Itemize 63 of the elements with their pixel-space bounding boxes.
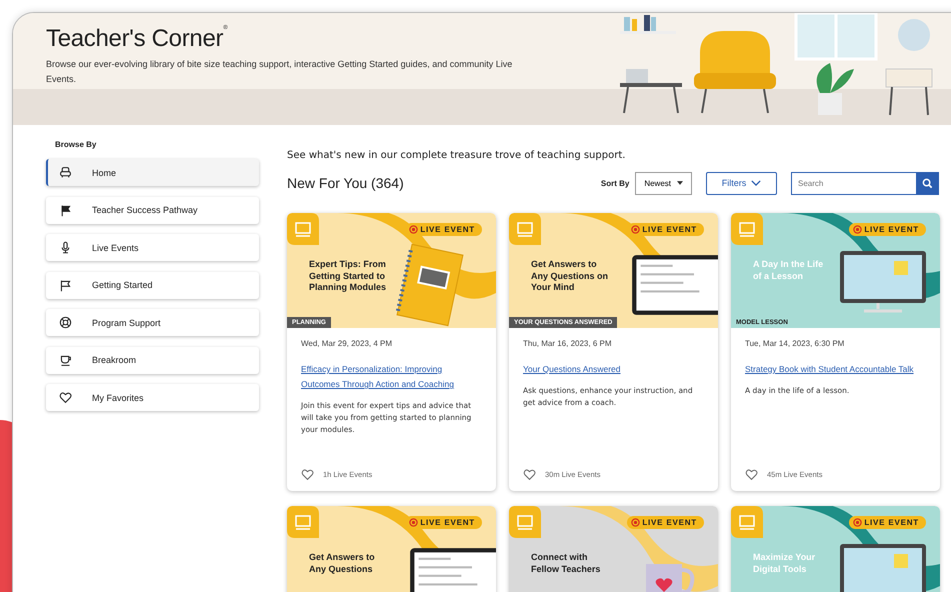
event-date: Wed, Mar 29, 2023, 4 PM xyxy=(301,339,394,348)
flag-icon xyxy=(59,278,72,292)
live-icon xyxy=(631,518,640,527)
heart-icon[interactable] xyxy=(301,468,314,481)
heart-icon xyxy=(59,391,72,404)
page-subtitle: Browse our ever-evolving library of bite size teaching support, interactive Getting Started guides, and community Live Events. xyxy=(46,58,514,86)
event-card[interactable] xyxy=(509,213,718,491)
banner-title: Expert Tips: From Getting Started to Planning Modules xyxy=(309,259,388,294)
event-card[interactable] xyxy=(287,213,496,491)
flag-icon xyxy=(59,204,72,216)
sidebar-item[interactable]: Breakroom xyxy=(46,346,259,374)
banner-title: Connect with Fellow Teachers xyxy=(531,552,602,575)
sidebar-item[interactable]: Live Events xyxy=(46,234,259,261)
live-icon xyxy=(409,225,418,234)
lifebuoy-icon xyxy=(59,316,72,329)
sidebar-heading: Browse By xyxy=(55,140,98,149)
sidebar-item[interactable]: Home xyxy=(46,159,259,186)
sidebar-item[interactable]: Getting Started xyxy=(46,272,259,298)
video-icon xyxy=(287,213,319,245)
live-icon xyxy=(409,518,418,527)
live-icon xyxy=(631,225,640,234)
event-card[interactable]: LIVE EVENT Connect with Fellow Teachers xyxy=(509,506,718,592)
live-icon xyxy=(853,518,862,527)
live-event-badge: LIVE EVENT xyxy=(849,516,926,529)
event-date: Thu, Mar 16, 2023, 6 PM xyxy=(523,339,612,348)
microphone-icon xyxy=(59,241,72,254)
search-icon xyxy=(922,178,933,188)
heart-icon[interactable] xyxy=(745,468,758,481)
sidebar-item[interactable]: Teacher Success Pathway xyxy=(46,196,259,224)
heart-icon[interactable] xyxy=(523,468,536,481)
video-icon xyxy=(731,213,763,245)
event-title-link[interactable]: Your Questions Answered xyxy=(523,362,704,377)
banner-title: Maximize Your Digital Tools xyxy=(753,552,816,575)
video-icon xyxy=(731,506,763,538)
event-card[interactable]: LIVE EVENT Get Answers to Any Questions xyxy=(287,506,496,592)
event-title-link[interactable]: Strategy Book with Student Accountable Talk xyxy=(745,362,926,377)
mug-drawing xyxy=(644,562,696,592)
banner-title: Get Answers to Any Questions on Your Mind xyxy=(531,259,610,294)
search-field[interactable]: Search xyxy=(791,172,916,194)
live-icon xyxy=(853,225,862,234)
event-date: Tue, Mar 14, 2023, 6:30 PM xyxy=(745,339,846,348)
intro-text: See what's new in our complete treasure trove of teaching support. xyxy=(287,150,626,161)
chevron-icon xyxy=(751,180,762,186)
video-icon xyxy=(509,213,541,245)
sort-label: Sort By xyxy=(600,178,630,188)
search-button[interactable] xyxy=(916,172,939,194)
caret-icon xyxy=(677,181,683,185)
sidebar-item[interactable]: Program Support xyxy=(46,309,259,336)
event-title-link[interactable]: Efficacy in Personalization: Improving Outcomes Through Action and Coaching xyxy=(301,362,482,392)
page-title: Teacher's Corner$^{®}$ xyxy=(46,25,228,53)
live-event-badge: LIVE EVENT xyxy=(627,516,704,529)
cup-icon xyxy=(59,354,72,366)
live-event-badge: LIVE EVENT xyxy=(849,223,926,236)
banner-title: Get Answers to Any Questions xyxy=(309,552,376,575)
video-icon xyxy=(509,506,541,538)
banner-title: A Day In the Life of a Lesson xyxy=(753,259,824,282)
armchair-icon xyxy=(59,166,72,179)
section-heading: New For You (364) xyxy=(287,175,405,191)
event-card[interactable]: LIVE EVENT Maximize Your Digital Tools xyxy=(731,506,940,592)
sidebar-item[interactable]: My Favorites xyxy=(46,384,259,411)
sort-dropdown[interactable]: Newest xyxy=(635,172,692,194)
video-icon xyxy=(287,506,319,538)
filters-button[interactable]: Filters xyxy=(706,172,777,194)
